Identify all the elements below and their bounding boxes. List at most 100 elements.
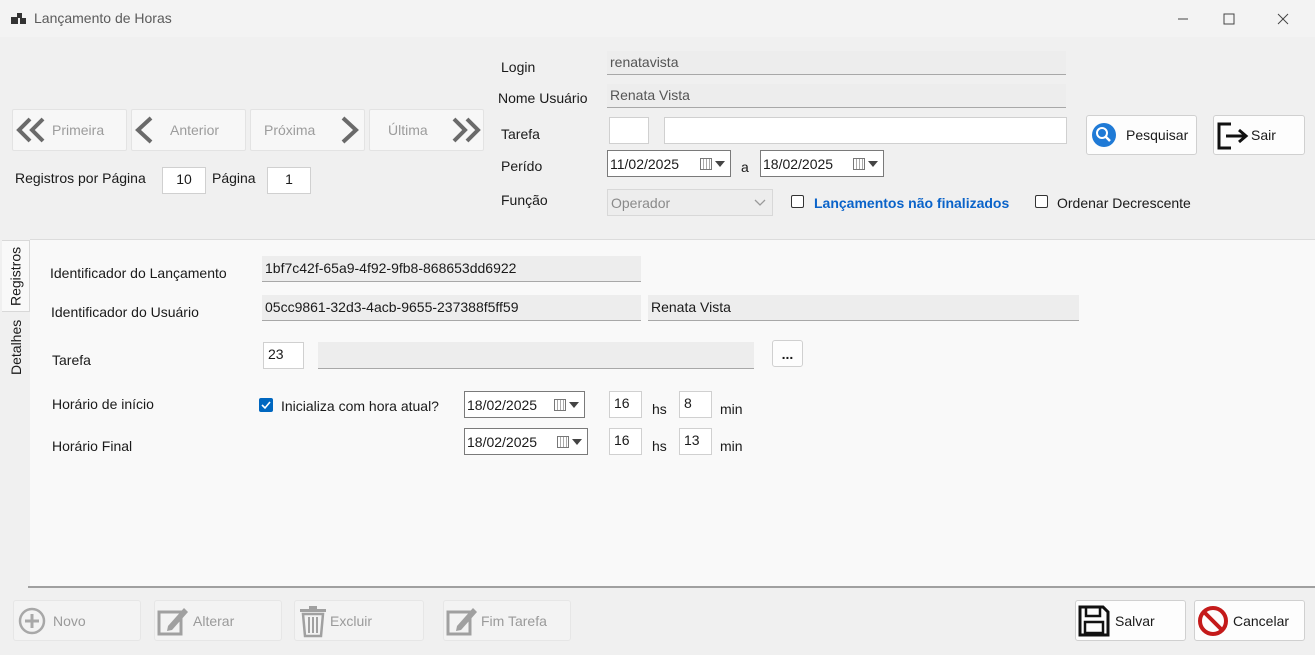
maximize-icon	[1223, 13, 1235, 24]
tab-registros-label: Registros	[7, 246, 24, 306]
dropdown-caret-icon	[572, 438, 582, 445]
prev-page-button[interactable]: Anterior	[131, 109, 246, 151]
order-desc-label[interactable]: Ordenar Decrescente	[1057, 195, 1191, 211]
edit-icon	[446, 607, 477, 635]
dropdown-caret-icon	[715, 160, 725, 167]
app-icon	[11, 11, 27, 27]
login-label: Login	[501, 59, 536, 75]
page-label: Página	[212, 170, 256, 186]
add-circle-icon	[18, 607, 46, 634]
double-chevron-left-icon	[16, 117, 45, 143]
user-id-label: Identificador do Usuário	[51, 304, 199, 320]
end-min-input[interactable]: 13	[679, 428, 712, 455]
user-name-field: Renata Vista	[607, 84, 1066, 108]
start-now-checkbox[interactable]	[259, 398, 273, 412]
calendar-icon	[554, 398, 566, 411]
tab-registros[interactable]: Registros	[2, 240, 30, 312]
cancel-button-label: Cancelar	[1233, 612, 1290, 629]
edit-icon	[157, 607, 188, 635]
next-page-button[interactable]: Próxima	[250, 109, 365, 151]
minimize-button[interactable]	[1160, 0, 1206, 37]
task-filter-desc-input[interactable]	[664, 117, 1067, 144]
user-id-field: 05cc9861-32d3-4acb-9655-237388f5ff59	[262, 295, 641, 321]
exit-icon	[1217, 122, 1249, 150]
end-hour-input[interactable]: 16	[609, 428, 642, 455]
start-min-input[interactable]: 8	[679, 391, 712, 418]
calendar-icon	[853, 157, 865, 170]
cancel-icon	[1198, 605, 1228, 636]
close-button[interactable]	[1260, 0, 1306, 37]
exit-button-label: Sair	[1251, 127, 1276, 143]
task-browse-button[interactable]: ...	[772, 340, 803, 367]
chevron-right-icon	[341, 116, 359, 144]
unfinished-label[interactable]: Lançamentos não finalizados	[814, 195, 1009, 211]
search-button[interactable]: Pesquisar	[1086, 115, 1197, 155]
period-to-datepicker[interactable]: 18/02/2025	[760, 150, 884, 177]
start-now-label[interactable]: Inicializa com hora atual?	[281, 398, 439, 414]
calendar-icon	[700, 157, 712, 170]
first-page-label: Primeira	[52, 122, 105, 138]
save-button[interactable]: Salvar	[1075, 600, 1186, 641]
start-date-picker[interactable]: 18/02/2025	[464, 391, 585, 418]
edit-button[interactable]: Alterar	[154, 600, 282, 641]
window-title: Lançamento de Horas	[34, 10, 172, 26]
finish-task-button[interactable]: Fim Tarefa	[443, 600, 571, 641]
start-time-label: Horário de início	[52, 396, 154, 412]
next-page-label: Próxima	[264, 122, 316, 138]
end-time-label: Horário Final	[52, 438, 133, 454]
page-input[interactable]: 1	[267, 167, 311, 194]
end-hs-label: hs	[652, 438, 667, 454]
finish-task-button-label: Fim Tarefa	[481, 612, 547, 629]
role-select[interactable]: Operador	[607, 189, 773, 216]
last-page-label: Última	[388, 122, 428, 138]
entry-id-label: Identificador do Lançamento	[50, 265, 227, 281]
new-button[interactable]: Novo	[13, 600, 141, 641]
floppy-disk-icon	[1078, 605, 1110, 636]
cancel-button[interactable]: Cancelar	[1194, 600, 1305, 641]
task-filter-label: Tarefa	[501, 126, 540, 142]
task-code-input[interactable]: 23	[263, 342, 304, 369]
task-desc-field	[318, 342, 754, 369]
task-browse-label: ...	[781, 345, 794, 362]
start-hour-input[interactable]: 16	[609, 391, 642, 418]
role-value: Operador	[611, 194, 671, 211]
close-icon	[1277, 13, 1289, 24]
period-to-value: 18/02/2025	[763, 155, 834, 172]
entry-id-field: 1bf7c42f-65a9-4f92-9fb8-868653dd6922	[262, 256, 641, 282]
last-page-button[interactable]: Última	[369, 109, 484, 151]
chevron-left-icon	[135, 116, 153, 144]
checkmark-icon	[261, 401, 271, 410]
delete-button-label: Excluir	[330, 612, 373, 629]
dropdown-caret-icon	[868, 160, 878, 167]
task-filter-code-input[interactable]	[609, 117, 649, 144]
start-hs-label: hs	[652, 401, 667, 417]
tab-detalhes-label: Detalhes	[8, 319, 24, 375]
period-from-value: 11/02/2025	[610, 155, 680, 172]
maximize-button[interactable]	[1206, 0, 1252, 37]
start-min-label: min	[720, 401, 743, 417]
details-panel	[30, 239, 1315, 588]
prev-page-label: Anterior	[170, 122, 220, 138]
login-field: renatavista	[607, 51, 1066, 75]
first-page-button[interactable]: Primeira	[12, 109, 127, 151]
records-per-page-input[interactable]: 10	[162, 167, 206, 194]
task-label: Tarefa	[52, 352, 91, 368]
save-button-label: Salvar	[1115, 612, 1155, 629]
period-from-datepicker[interactable]: 11/02/2025	[607, 150, 731, 177]
unfinished-checkbox[interactable]	[791, 195, 804, 208]
exit-button[interactable]: Sair	[1213, 115, 1305, 155]
end-date-picker[interactable]: 18/02/2025	[464, 428, 588, 455]
bottom-separator	[28, 586, 1315, 588]
user-name-label: Nome Usuário	[498, 90, 588, 106]
chevron-down-icon	[754, 199, 766, 206]
tab-detalhes[interactable]: Detalhes	[3, 313, 29, 381]
records-per-page-label: Registros por Página	[15, 170, 146, 186]
user-name-detail-field: Renata Vista	[648, 295, 1079, 321]
order-desc-checkbox[interactable]	[1035, 195, 1048, 208]
new-button-label: Novo	[53, 612, 86, 629]
period-label: Perído	[501, 158, 543, 174]
end-min-label: min	[720, 438, 743, 454]
end-date-value: 18/02/2025	[467, 433, 538, 450]
double-chevron-right-icon	[452, 117, 481, 143]
delete-button[interactable]: Excluir	[294, 600, 424, 641]
